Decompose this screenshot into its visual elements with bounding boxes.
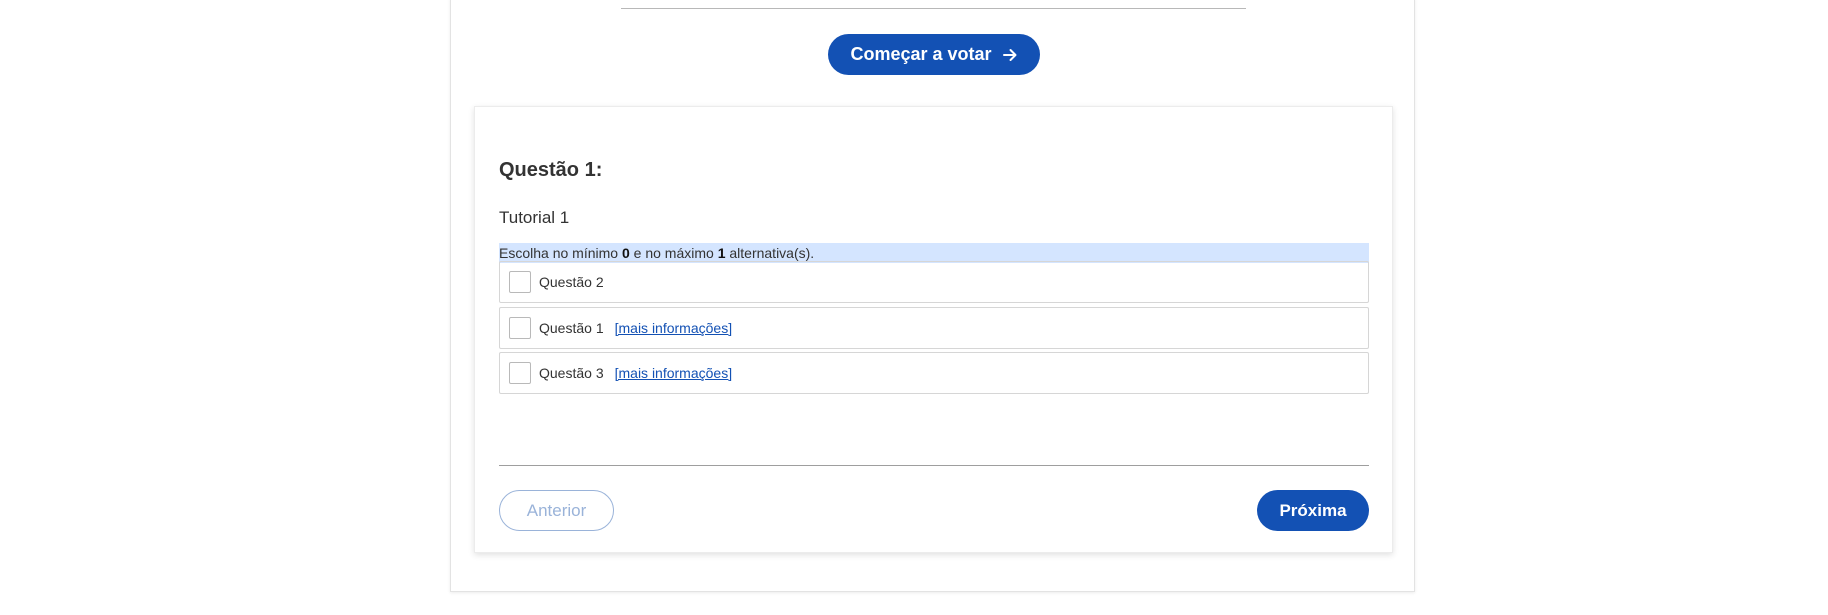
instruction-prefix: Escolha no mínimo bbox=[499, 245, 622, 261]
question-card: Questão 1: Tutorial 1 Escolha no mínimo … bbox=[474, 106, 1393, 553]
more-info-link[interactable]: [mais informações] bbox=[615, 320, 732, 336]
navigation-divider bbox=[499, 465, 1369, 466]
instruction-bar: Escolha no mínimo 0 e no máximo 1 altern… bbox=[499, 243, 1369, 263]
instruction-middle: e no máximo bbox=[629, 245, 718, 261]
option-checkbox[interactable] bbox=[509, 317, 531, 339]
option-label: Questão 2 bbox=[539, 274, 604, 290]
start-voting-label: Começar a votar bbox=[850, 44, 992, 64]
option-row[interactable]: Questão 2 bbox=[499, 261, 1369, 303]
more-info-link[interactable]: [mais informações] bbox=[615, 365, 732, 381]
start-voting-button[interactable]: Começar a votar bbox=[828, 34, 1040, 75]
option-row[interactable]: Questão 1 [mais informações] bbox=[499, 307, 1369, 349]
previous-button[interactable]: Anterior bbox=[499, 490, 614, 531]
option-checkbox[interactable] bbox=[509, 362, 531, 384]
option-label: Questão 1 bbox=[539, 320, 604, 336]
next-button[interactable]: Próxima bbox=[1257, 490, 1369, 531]
question-subtitle: Tutorial 1 bbox=[499, 208, 570, 227]
instruction-suffix: alternativa(s). bbox=[725, 245, 815, 261]
option-label: Questão 3 bbox=[539, 365, 604, 381]
arrow-right-icon bbox=[1002, 47, 1018, 63]
question-title: Questão 1: bbox=[499, 159, 603, 181]
top-divider bbox=[621, 8, 1246, 9]
instruction-min: 0 bbox=[621, 245, 630, 261]
option-checkbox[interactable] bbox=[509, 271, 531, 293]
option-row[interactable]: Questão 3 [mais informações] bbox=[499, 352, 1369, 394]
